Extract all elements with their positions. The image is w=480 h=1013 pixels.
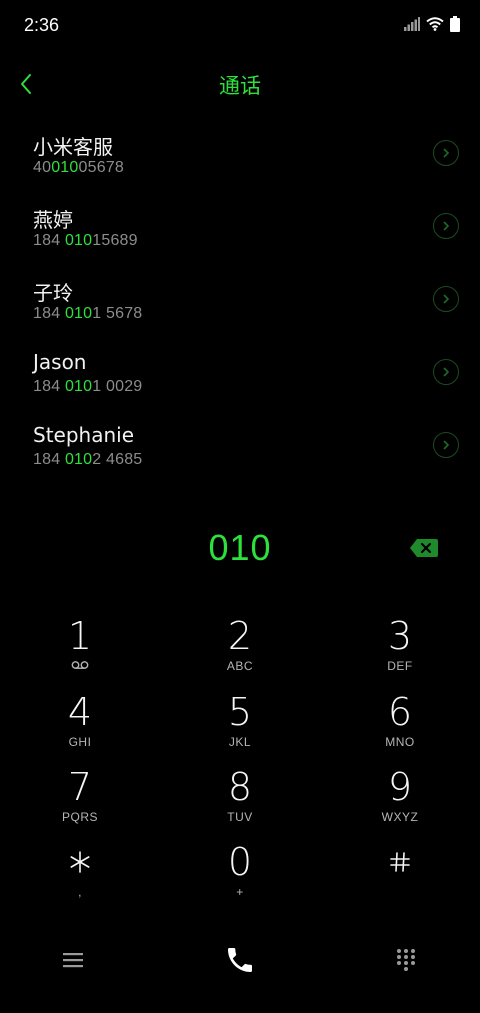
key-1[interactable]: 1 xyxy=(0,615,160,690)
menu-icon xyxy=(63,953,83,968)
status-bar: 2:36 xyxy=(0,0,480,52)
title-bar: 通话 xyxy=(0,60,480,108)
voicemail-icon xyxy=(0,659,160,673)
backspace-button[interactable] xyxy=(409,537,439,559)
key-6[interactable]: 6 MNO xyxy=(320,691,480,766)
contact-detail-button[interactable] xyxy=(433,140,459,166)
key-letters: JKL xyxy=(228,735,252,749)
contact-number: 184 0101 0029 xyxy=(33,378,143,395)
contact-detail-button[interactable] xyxy=(433,432,459,458)
key-2[interactable]: 2 ABC xyxy=(160,615,320,690)
battery-icon xyxy=(450,16,460,32)
page-title: 通话 xyxy=(219,74,261,98)
contact-name: 燕婷 xyxy=(33,208,73,232)
call-button[interactable] xyxy=(215,935,265,985)
key-digit: 8 xyxy=(227,765,253,809)
list-item[interactable]: 小米客服 4001005678 xyxy=(0,118,480,191)
phone-icon xyxy=(228,948,252,972)
chevron-right-icon xyxy=(443,367,450,377)
hash-icon xyxy=(320,841,480,883)
key-digit: 3 xyxy=(387,614,413,658)
key-4[interactable]: 4 GHI xyxy=(0,691,160,766)
contact-number: 184 0101 5678 xyxy=(33,305,143,322)
chevron-right-icon xyxy=(443,440,450,450)
list-item[interactable]: 子玲 184 0101 5678 xyxy=(0,264,480,337)
contact-name: 小米客服 xyxy=(33,135,113,159)
contact-name: Jason xyxy=(33,350,87,374)
key-letters: PQRS xyxy=(61,810,98,824)
key-digit: 5 xyxy=(227,690,253,734)
contact-number: 184 0102 4685 xyxy=(33,451,143,468)
key-letters: TUV xyxy=(227,810,253,824)
contact-name: 子玲 xyxy=(33,281,73,305)
backspace-icon xyxy=(410,539,438,557)
bottom-action-bar xyxy=(0,935,480,985)
dial-entry-row: 010 xyxy=(0,525,480,575)
status-icons xyxy=(404,16,460,32)
key-digit: 4 xyxy=(67,690,93,734)
key-digit: 7 xyxy=(67,765,93,809)
key-8[interactable]: 8 TUV xyxy=(160,766,320,841)
contact-name: Stephanie xyxy=(33,423,135,447)
key-letters: GHI xyxy=(68,735,92,749)
key-5[interactable]: 5 JKL xyxy=(160,691,320,766)
key-letters: DEF xyxy=(387,659,413,673)
key-digit: 2 xyxy=(227,614,253,658)
dialpad-icon xyxy=(397,949,415,971)
keypad-toggle-button[interactable] xyxy=(381,935,431,985)
key-letters: ABC xyxy=(226,659,254,673)
key-digit: 1 xyxy=(67,614,93,658)
list-item[interactable]: Stephanie 184 0102 4685 xyxy=(0,410,480,483)
status-time: 2:36 xyxy=(24,15,60,35)
key-letters: WXYZ xyxy=(381,810,419,824)
key-digit: 0 xyxy=(227,840,253,884)
contact-number: 184 01015689 xyxy=(33,232,138,249)
chevron-right-icon xyxy=(443,221,450,231)
chevron-right-icon xyxy=(443,148,450,158)
asterisk-icon xyxy=(0,841,160,883)
key-letters: MNO xyxy=(385,735,415,749)
wifi-icon xyxy=(426,17,444,31)
key-0[interactable]: 0 + xyxy=(160,841,320,916)
contact-number: 4001005678 xyxy=(33,159,124,176)
contact-detail-button[interactable] xyxy=(433,359,459,385)
key-3[interactable]: 3 DEF xyxy=(320,615,480,690)
menu-button[interactable] xyxy=(48,935,98,985)
key-letters: , xyxy=(78,885,82,899)
key-9[interactable]: 9 WXYZ xyxy=(320,766,480,841)
chevron-right-icon xyxy=(443,294,450,304)
key-digit: 6 xyxy=(387,690,413,734)
key-7[interactable]: 7 PQRS xyxy=(0,766,160,841)
key-digit: 9 xyxy=(387,765,413,809)
list-item[interactable]: 燕婷 184 01015689 xyxy=(0,191,480,264)
key-hash[interactable] xyxy=(320,841,480,916)
list-item[interactable]: Jason 184 0101 0029 xyxy=(0,337,480,410)
signal-icon xyxy=(404,17,420,31)
contact-detail-button[interactable] xyxy=(433,213,459,239)
contact-list[interactable]: 小米客服 4001005678 燕婷 184 01015689 子玲 184 0… xyxy=(0,118,480,508)
dialed-number: 010 xyxy=(208,527,272,568)
contact-detail-button[interactable] xyxy=(433,286,459,312)
key-letters: + xyxy=(236,885,244,899)
key-star[interactable]: , xyxy=(0,841,160,916)
